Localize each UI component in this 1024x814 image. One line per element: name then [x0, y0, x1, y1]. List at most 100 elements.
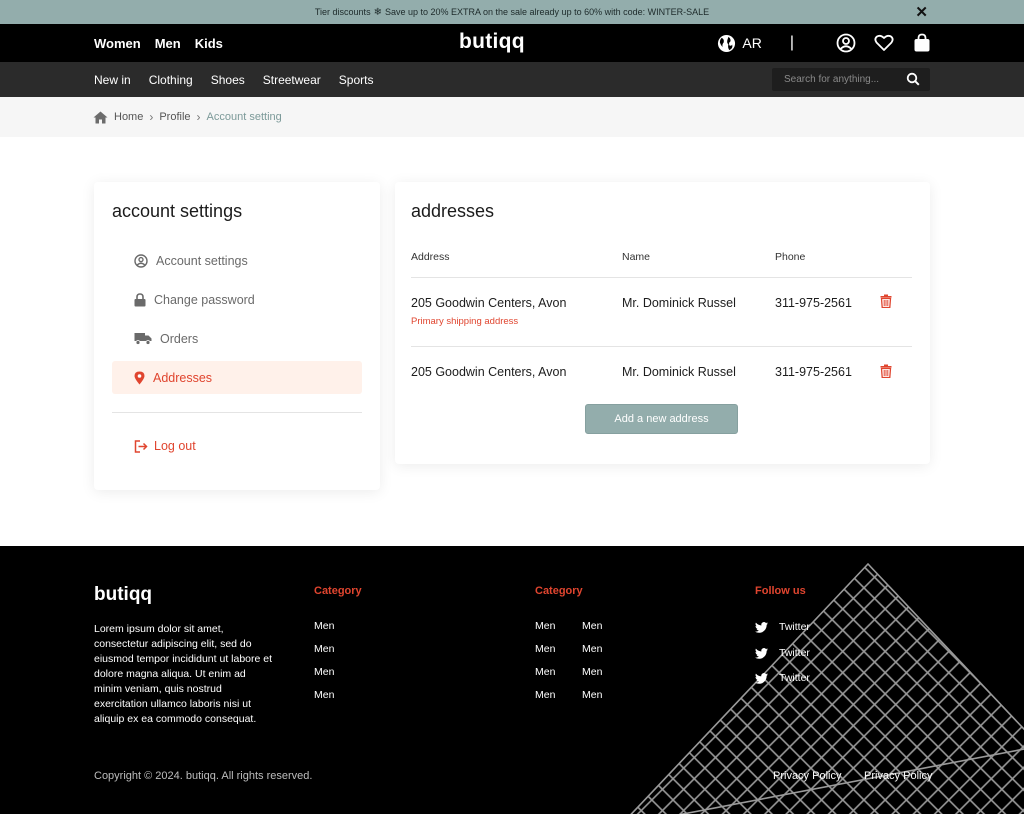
twitter-icon	[755, 621, 768, 633]
close-icon[interactable]: ✕	[915, 3, 928, 21]
lock-icon	[134, 292, 146, 306]
gender-nav: Women Men Kids	[94, 24, 223, 62]
phone-cell: 311-975-2561	[775, 296, 852, 310]
breadcrumb: Home › Profile › Account setting	[93, 97, 282, 137]
footer-link[interactable]: Men	[535, 643, 555, 655]
column-header-name: Name	[622, 251, 651, 263]
breadcrumb-home[interactable]: Home	[114, 111, 143, 123]
breadcrumb-bar: Home › Profile › Account setting	[0, 97, 1024, 137]
name-cell: Mr. Dominick Russel	[622, 365, 736, 379]
chevron-right-icon: ›	[149, 110, 154, 124]
breadcrumb-profile[interactable]: Profile	[159, 111, 190, 123]
nav-new-in[interactable]: New in	[94, 73, 131, 87]
footer-link[interactable]: Men	[582, 666, 602, 678]
footer-link[interactable]: Men	[582, 643, 602, 655]
truck-icon	[134, 333, 152, 345]
sidebar-item-label: Change password	[154, 292, 255, 307]
nav-kids[interactable]: Kids	[195, 36, 223, 51]
privacy-policy-link[interactable]: Privacy Policy	[864, 770, 932, 782]
user-circle-icon	[134, 253, 148, 268]
twitter-icon	[755, 672, 768, 684]
table-divider	[411, 346, 912, 347]
footer-heading-category: Category	[535, 585, 583, 597]
footer-link[interactable]: Men	[314, 620, 334, 632]
chevron-right-icon: ›	[196, 110, 201, 124]
sidebar-item-label: Account settings	[156, 253, 248, 268]
account-sidebar: account settings Account settings Change…	[94, 182, 380, 490]
logout-icon	[134, 439, 148, 453]
banner-text: Save up to 20% EXTRA on the sale already…	[384, 7, 710, 17]
banner-lead: Tier discounts	[314, 7, 371, 17]
footer-description: Lorem ipsum dolor sit amet, consectetur …	[94, 623, 273, 725]
address-cell: 205 Goodwin Centers, Avon	[411, 296, 567, 310]
nav-shoes[interactable]: Shoes	[211, 73, 245, 87]
sidebar-item-label: Orders	[160, 331, 199, 346]
twitter-link[interactable]: Twitter	[755, 647, 810, 659]
addresses-panel: addresses Address Name Phone 205 Goodwin…	[395, 182, 930, 464]
footer-link[interactable]: Men	[314, 666, 334, 678]
search-box	[772, 68, 930, 91]
address-cell: 205 Goodwin Centers, Avon	[411, 365, 567, 379]
footer-heading-follow: Follow us	[755, 585, 806, 597]
twitter-link[interactable]: Twitter	[755, 672, 810, 684]
nav-clothing[interactable]: Clothing	[149, 73, 193, 87]
footer: butiqq Lorem ipsum dolor sit amet, conse…	[0, 546, 1024, 814]
location-pin-icon	[134, 371, 145, 384]
footer-logo[interactable]: butiqq	[94, 584, 152, 606]
copyright: Copyright © 2024. butiqq. All rights res…	[94, 770, 313, 782]
footer-link[interactable]: Men	[582, 689, 602, 701]
language-switch[interactable]: AR	[717, 34, 762, 53]
nav-sports[interactable]: Sports	[339, 73, 374, 87]
language-label: AR	[742, 35, 762, 51]
footer-link[interactable]: Men	[582, 620, 602, 632]
trash-icon[interactable]	[880, 294, 892, 308]
sidebar-item-orders[interactable]: Orders	[112, 322, 362, 355]
header-separator: |	[789, 34, 794, 51]
sidebar-title: account settings	[112, 201, 243, 221]
main-header: Women Men Kids butiqq AR |	[0, 24, 1024, 62]
header-actions: AR |	[717, 24, 932, 62]
sidebar-item-change-password[interactable]: Change password	[112, 283, 362, 316]
nav-men[interactable]: Men	[155, 36, 181, 51]
nav-streetwear[interactable]: Streetwear	[263, 73, 321, 87]
twitter-link[interactable]: Twitter	[755, 621, 810, 633]
promo-banner: Tier discounts ❄ Save up to 20% EXTRA on…	[0, 0, 1024, 24]
snowflake-icon: ❄	[373, 6, 382, 18]
user-icon[interactable]	[836, 33, 856, 53]
category-nav: New in Clothing Shoes Streetwear Sports	[0, 62, 1024, 97]
sidebar-item-account-settings[interactable]: Account settings	[112, 244, 362, 277]
phone-cell: 311-975-2561	[775, 365, 852, 379]
twitter-label: Twitter	[779, 621, 810, 633]
twitter-label: Twitter	[779, 672, 810, 684]
footer-link[interactable]: Men	[535, 666, 555, 678]
add-address-button[interactable]: Add a new address	[585, 404, 738, 434]
column-header-phone: Phone	[775, 251, 806, 263]
nav-women[interactable]: Women	[94, 36, 141, 51]
search-icon[interactable]	[906, 72, 920, 86]
home-icon[interactable]	[93, 111, 108, 124]
privacy-policy-link[interactable]: Privacy Policy	[773, 770, 841, 782]
column-header-address: Address	[411, 251, 450, 263]
footer-link[interactable]: Men	[535, 689, 555, 701]
footer-link[interactable]: Men	[535, 620, 555, 632]
sidebar-divider	[112, 412, 362, 413]
footer-link[interactable]: Men	[314, 689, 334, 701]
search-input[interactable]	[784, 74, 900, 85]
logout-label: Log out	[154, 439, 196, 453]
logout-button[interactable]: Log out	[134, 439, 196, 453]
twitter-icon	[755, 647, 768, 659]
name-cell: Mr. Dominick Russel	[622, 296, 736, 310]
globe-icon	[718, 34, 736, 52]
primary-address-badge: Primary shipping address	[411, 316, 519, 327]
bag-icon[interactable]	[912, 33, 932, 53]
footer-link[interactable]: Men	[314, 643, 334, 655]
sidebar-item-label: Addresses	[153, 370, 213, 385]
table-divider	[411, 277, 912, 278]
trash-icon[interactable]	[880, 364, 892, 378]
twitter-label: Twitter	[779, 647, 810, 659]
footer-heading-category: Category	[314, 585, 362, 597]
breadcrumb-current: Account setting	[206, 111, 282, 123]
heart-icon[interactable]	[874, 33, 894, 53]
sidebar-item-addresses[interactable]: Addresses	[112, 361, 362, 394]
logo[interactable]: butiqq	[459, 30, 525, 54]
